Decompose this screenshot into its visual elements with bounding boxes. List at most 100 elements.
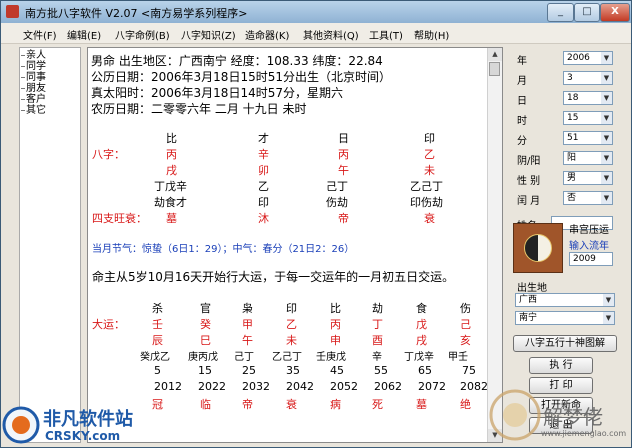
- dayun-shishen: 官: [200, 302, 211, 315]
- dayun-zhi: 午: [242, 334, 253, 347]
- tree-item-relatives[interactable]: 亲人: [26, 50, 46, 61]
- bazi-zhi: 午: [338, 164, 349, 177]
- hour-label: 时: [517, 116, 527, 127]
- bazi-zhi: 未: [424, 164, 435, 177]
- taiji-logo: [513, 223, 563, 273]
- yinyang-label: 阴/阳: [517, 156, 541, 167]
- dayun-canggan: 丁戊辛: [404, 352, 434, 363]
- province-select[interactable]: 广西 ▼: [515, 293, 615, 307]
- chevron-down-icon[interactable]: ▼: [601, 112, 612, 124]
- day-label: 日: [517, 96, 527, 107]
- scroll-up-icon[interactable]: ▲: [488, 48, 502, 61]
- leap-month-select[interactable]: 否 ▼: [563, 191, 613, 205]
- chevron-down-icon[interactable]: ▼: [601, 172, 612, 184]
- dayun-gan: 戊: [416, 318, 427, 331]
- day-value: 18: [567, 93, 579, 103]
- tree-item-clients[interactable]: 客户: [26, 94, 46, 105]
- city-select[interactable]: 南宁 ▼: [515, 311, 615, 325]
- hour-select[interactable]: 15 ▼: [563, 111, 613, 125]
- watermark-site-url: www.jiemenglao.com: [541, 429, 627, 438]
- dayun-shishen: 劫: [372, 302, 383, 315]
- tree-item-classmates[interactable]: 同学: [26, 61, 46, 72]
- bazi-canggan: 丁戊辛: [154, 180, 187, 193]
- bazi-wangshuai: 沐: [258, 212, 269, 225]
- chevron-down-icon[interactable]: ▼: [601, 192, 612, 204]
- dayun-zhi: 巳: [200, 334, 211, 347]
- menu-bazi-knowledge[interactable]: 八字知识(Z): [181, 27, 236, 42]
- day-select[interactable]: 18 ▼: [563, 91, 613, 105]
- chevron-down-icon[interactable]: ▼: [603, 312, 614, 324]
- title-bar: 南方批八字软件 V2.07 <南方易学系列程序> _ □ X: [1, 1, 631, 23]
- dayun-state: 墓: [416, 398, 427, 411]
- liunian-input[interactable]: 2009: [569, 252, 613, 266]
- menu-zaomingqi[interactable]: 造命器(K): [245, 27, 289, 42]
- chevron-down-icon[interactable]: ▼: [601, 72, 612, 84]
- menu-tools[interactable]: 工具(T): [369, 27, 403, 42]
- tree-item-others[interactable]: 其它: [26, 105, 46, 116]
- bazi-zhi: 卯: [258, 164, 269, 177]
- watermark-site: 解梦佬: [543, 405, 603, 429]
- close-button[interactable]: X: [600, 3, 630, 22]
- chevron-down-icon[interactable]: ▼: [601, 92, 612, 104]
- dayun-age: 55: [374, 364, 388, 377]
- tree-line: [21, 66, 25, 67]
- chongguan-label[interactable]: 串宫压运: [569, 221, 609, 236]
- bazi-canggan-shishen: 印: [258, 196, 269, 209]
- chevron-down-icon[interactable]: ▼: [601, 152, 612, 164]
- year-value: 2006: [567, 53, 590, 63]
- leap-month-value: 否: [567, 193, 577, 203]
- bazi-zhi: 戌: [166, 164, 177, 177]
- watermark-crsky: 非凡软件站 CRSKY.com: [1, 399, 159, 447]
- menu-file[interactable]: 文件(F): [23, 27, 57, 42]
- tree-line: [21, 88, 25, 89]
- scroll-thumb[interactable]: [489, 62, 500, 76]
- yinyang-icon: [524, 234, 552, 262]
- dayun-age: 65: [418, 364, 432, 377]
- menu-help[interactable]: 帮助(H): [414, 27, 449, 42]
- dayun-age: 35: [286, 364, 300, 377]
- minimize-button[interactable]: _: [547, 3, 574, 22]
- chevron-down-icon[interactable]: ▼: [601, 52, 612, 64]
- dayun-gan: 乙: [286, 318, 297, 331]
- yinyang-value: 阳: [567, 153, 577, 163]
- dayun-zhi: 戌: [416, 334, 427, 347]
- yinyang-select[interactable]: 阳 ▼: [563, 151, 613, 165]
- bazi-shishen: 日: [338, 132, 349, 145]
- menu-other-data[interactable]: 其他资料(Q): [303, 27, 359, 42]
- app-icon: [6, 5, 19, 18]
- dayun-age: 15: [198, 364, 212, 377]
- dayun-shishen: 伤: [460, 302, 471, 315]
- year-select[interactable]: 2006 ▼: [563, 51, 613, 65]
- dayun-canggan: 癸戊乙: [140, 352, 170, 363]
- gender-select[interactable]: 男 ▼: [563, 171, 613, 185]
- app-window: 南方批八字软件 V2.07 <南方易学系列程序> _ □ X 文件(F) 编辑(…: [0, 0, 632, 448]
- dayun-intro: 命主从5岁10月16天开始行大运，于每一交运年的一月初五日交运。: [92, 270, 455, 284]
- gender-value: 男: [567, 173, 577, 183]
- jiemenglao-logo-icon: [489, 389, 541, 441]
- liunian-label: 输入流年: [569, 241, 609, 252]
- tree-item-friends[interactable]: 朋友: [26, 83, 46, 94]
- bazi-shishen: 比: [166, 132, 177, 145]
- execute-button[interactable]: 执 行: [529, 357, 593, 374]
- dayun-age: 25: [242, 364, 256, 377]
- category-tree: 亲人 同学 同事 朋友 客户 其它: [19, 47, 81, 443]
- menu-bar: 文件(F) 编辑(E) 八字命例(B) 八字知识(Z) 造命器(K) 其他资料(…: [1, 23, 631, 44]
- chevron-down-icon[interactable]: ▼: [601, 132, 612, 144]
- maximize-button[interactable]: □: [574, 3, 600, 22]
- hour-value: 15: [567, 113, 579, 123]
- menu-edit[interactable]: 编辑(E): [67, 27, 101, 42]
- watermark-brand: 非凡软件站: [43, 409, 133, 430]
- minute-select[interactable]: 51 ▼: [563, 131, 613, 145]
- dayun-state: 衰: [286, 398, 297, 411]
- tree-item-colleagues[interactable]: 同事: [26, 72, 46, 83]
- wuxing-chart-button[interactable]: 八字五行十神图解: [513, 335, 617, 352]
- month-select[interactable]: 3 ▼: [563, 71, 613, 85]
- minute-value: 51: [567, 133, 579, 143]
- chevron-down-icon[interactable]: ▼: [603, 294, 614, 306]
- dayun-gan: 丁: [372, 318, 383, 331]
- menu-bazi-cases[interactable]: 八字命例(B): [115, 27, 170, 42]
- dayun-canggan: 乙己丁: [272, 352, 302, 363]
- bazi-canggan-shishen: 印伤劫: [410, 196, 443, 209]
- jieqi-line: 当月节气：惊蛰（6日1：29）；中气：春分（21日2：26）: [92, 244, 355, 255]
- birthplace-label: 出生地: [517, 283, 547, 294]
